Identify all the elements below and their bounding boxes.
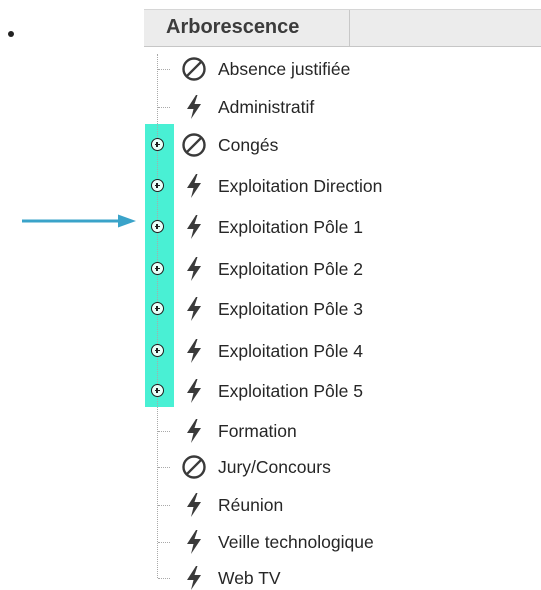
lightning-icon [180, 527, 208, 557]
tree-item[interactable]: Jury/Concours [180, 452, 331, 482]
tree-item-label: Exploitation Pôle 1 [218, 216, 363, 237]
no-entry-icon [180, 54, 208, 84]
tree-header: Arborescence [144, 9, 541, 47]
tree-branch-line [158, 107, 170, 108]
tree-branch-line [158, 431, 170, 432]
expand-toggle[interactable] [151, 302, 164, 315]
lightning-icon [180, 171, 208, 201]
tree-branch-line [158, 69, 170, 70]
tree-item-label: Jury/Concours [218, 456, 331, 477]
expand-toggle[interactable] [151, 344, 164, 357]
tree-item-label: Congés [218, 134, 279, 155]
tree-item-label: Réunion [218, 494, 284, 515]
tree-item-label: Exploitation Pôle 5 [218, 380, 363, 401]
no-entry-icon [180, 130, 208, 160]
expand-toggle[interactable] [151, 384, 164, 397]
tree-item-label: Web TV [218, 567, 281, 588]
lightning-icon [180, 212, 208, 242]
expand-toggle[interactable] [151, 262, 164, 275]
tree-item[interactable]: Web TV [180, 563, 281, 590]
tree-item-label: Exploitation Direction [218, 175, 383, 196]
expand-toggle[interactable] [151, 179, 164, 192]
pointer-arrow-icon [22, 214, 136, 228]
column-header-cell[interactable]: Arborescence [144, 10, 350, 46]
tree-branch-line [158, 578, 170, 579]
tree-item[interactable]: Exploitation Pôle 5 [180, 376, 363, 406]
tree-item[interactable]: Exploitation Pôle 3 [180, 294, 363, 324]
tree-item[interactable]: Réunion [180, 490, 283, 520]
corner-dot [8, 31, 14, 37]
tree-item-label: Exploitation Pôle 2 [218, 258, 363, 279]
expand-toggle[interactable] [151, 138, 164, 151]
tree-item-label: Veille technologique [218, 531, 374, 552]
tree-item[interactable]: Formation [180, 416, 297, 446]
lightning-icon [180, 336, 208, 366]
tree-item[interactable]: Exploitation Pôle 2 [180, 254, 363, 284]
lightning-icon [180, 294, 208, 324]
tree-connector-line [157, 54, 158, 578]
lightning-icon [180, 490, 208, 520]
tree-item[interactable]: Veille technologique [180, 527, 374, 557]
tree-item-label: Absence justifiée [218, 58, 351, 79]
tree-item[interactable]: Absence justifiée [180, 54, 350, 84]
screenshot-canvas: Arborescence Absence justifiée Administr… [0, 0, 541, 590]
expand-toggle[interactable] [151, 220, 164, 233]
lightning-icon [180, 92, 208, 122]
tree-branch-line [158, 505, 170, 506]
tree-item[interactable]: Exploitation Pôle 4 [180, 336, 363, 366]
tree-item[interactable]: Exploitation Direction [180, 171, 382, 201]
tree-branch-line [158, 542, 170, 543]
tree-item-label: Exploitation Pôle 4 [218, 340, 363, 361]
tree-item[interactable]: Administratif [180, 92, 314, 122]
tree-item[interactable]: Exploitation Pôle 1 [180, 212, 363, 242]
lightning-icon [180, 254, 208, 284]
no-entry-icon [180, 452, 208, 482]
lightning-icon [180, 563, 208, 590]
tree-branch-line [158, 467, 170, 468]
tree-item[interactable]: Congés [180, 130, 278, 160]
lightning-icon [180, 376, 208, 406]
column-header-title: Arborescence [166, 16, 300, 38]
tree-item-label: Formation [218, 420, 297, 441]
lightning-icon [180, 416, 208, 446]
tree-item-label: Administratif [218, 96, 315, 117]
tree-item-label: Exploitation Pôle 3 [218, 298, 363, 319]
